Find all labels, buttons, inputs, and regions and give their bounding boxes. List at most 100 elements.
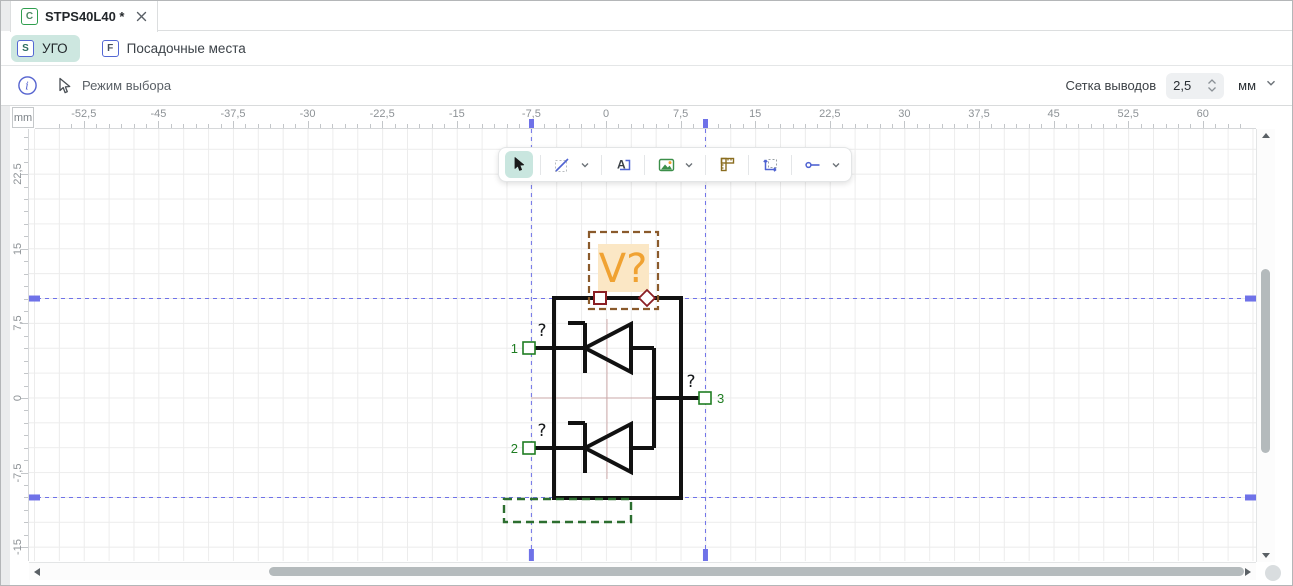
pin-grid-spinner[interactable] [1166, 72, 1225, 99]
ruler-tick [133, 124, 135, 128]
guide-anchor[interactable] [528, 549, 534, 561]
line-tool-chevron-icon[interactable] [578, 159, 592, 171]
symbol-editor-window: C STPS40L40 * S УГО F Посадочные места i… [0, 0, 1293, 586]
ruler-label: 22,5 [12, 163, 24, 185]
ruler-tick [630, 124, 632, 128]
vertical-scrollbar[interactable] [1256, 129, 1275, 562]
guide-anchor[interactable] [702, 549, 708, 561]
ruler-tick [680, 121, 682, 128]
ruler-tick [170, 124, 172, 128]
guide-anchor[interactable] [702, 119, 708, 128]
pin1-square[interactable] [522, 341, 536, 355]
pin-grid-input[interactable] [1173, 78, 1202, 93]
tab-footprints[interactable]: F Посадочные места [96, 35, 252, 62]
schematic-scene[interactable]: V? 1 2 3 ? ? ? [29, 129, 1256, 561]
ruler-tick [1165, 124, 1167, 128]
pin3-square[interactable] [698, 391, 712, 405]
ruler-tick [693, 124, 695, 128]
horizontal-ruler[interactable]: -52,5 -45 -37,5 -30 -22,5 -15 -7,5 0 7,5 15 22,5 30… [35, 106, 1256, 129]
scroll-left-icon[interactable] [33, 563, 41, 580]
ruler-tick [24, 236, 28, 238]
ruler-tick [121, 124, 123, 128]
text-tool-icon: A [617, 158, 630, 172]
ruler-tick [382, 121, 384, 128]
ruler-tick [668, 124, 670, 128]
ruler-tick [618, 124, 620, 128]
info-icon[interactable]: i [17, 75, 38, 96]
pin3-name: ? [686, 372, 695, 392]
guide-anchor[interactable] [1245, 494, 1256, 501]
ruler-tick [655, 124, 657, 128]
ruler-label: -37,5 [220, 108, 246, 120]
square-handle[interactable] [593, 291, 607, 305]
guide-anchor[interactable] [1245, 295, 1256, 302]
ruler-tick [394, 124, 396, 128]
ruler-tick [1103, 124, 1105, 128]
ruler-tick [24, 136, 28, 138]
ruler-tick [991, 124, 993, 128]
designator-text[interactable]: V? [599, 246, 648, 292]
ruler-tick [24, 186, 28, 188]
scroll-down-icon[interactable] [1257, 551, 1275, 559]
horizontal-scrollbar[interactable] [29, 562, 1256, 580]
scroll-right-icon[interactable] [1244, 563, 1252, 580]
tab-stps40l40[interactable]: C STPS40L40 * [10, 1, 158, 32]
ruler-tick [158, 121, 160, 128]
ruler-label: 22,5 [819, 108, 841, 120]
ruler-label: -45 [150, 108, 167, 120]
ruler-tick [469, 124, 471, 128]
ruler-label: 52,5 [1117, 108, 1139, 120]
vertical-ruler[interactable]: 22,5 15 7,5 0 -7,5 -15 [10, 129, 29, 561]
pin2-number: 2 [511, 441, 518, 456]
ruler-tick [357, 124, 359, 128]
guide-anchor[interactable] [29, 295, 40, 302]
ruler-tick [24, 410, 28, 412]
pin3-number: 3 [717, 391, 724, 406]
floating-toolbar: A [498, 147, 852, 182]
horizontal-scroll-thumb[interactable] [269, 567, 1244, 576]
left-gutter [1, 106, 10, 585]
chevron-down-icon[interactable] [1264, 76, 1278, 95]
transform-tool-icon [762, 159, 777, 172]
tab-ugo[interactable]: S УГО [11, 34, 80, 62]
cursor-icon [514, 157, 525, 171]
ruler-tick [606, 121, 607, 128]
pin2-square[interactable] [522, 441, 536, 455]
pin-tool-chevron-icon[interactable] [829, 159, 843, 171]
ruler-tick [257, 124, 259, 128]
vertical-scroll-thumb[interactable] [1261, 269, 1270, 453]
ruler-tick [232, 121, 234, 128]
scroll-corner-handle[interactable] [1265, 565, 1281, 581]
ruler-tick [1115, 124, 1117, 128]
scroll-up-icon[interactable] [1257, 132, 1275, 140]
ruler-tick [979, 121, 980, 128]
schematic-canvas[interactable]: V? 1 2 3 ? ? ? A [29, 129, 1256, 561]
ruler-tick [24, 360, 28, 362]
ruler-tick [780, 124, 782, 128]
ruler-tick [24, 373, 28, 375]
toolbar-divider [601, 154, 602, 175]
ruler-tick [24, 522, 28, 524]
close-icon[interactable] [136, 11, 147, 22]
ruler-label: 37,5 [968, 108, 990, 120]
line-tool-icon [555, 157, 569, 172]
text-tool-button[interactable]: A [609, 151, 637, 178]
svg-text:i: i [25, 80, 29, 93]
select-tool-button[interactable] [505, 151, 533, 178]
ruler-tick [767, 124, 769, 128]
image-tool-chevron-icon[interactable] [682, 159, 696, 171]
stepper-icon[interactable] [1207, 79, 1217, 92]
ruler-tick [83, 121, 85, 128]
ruler-tick [307, 121, 309, 128]
ruler-tick [1153, 124, 1155, 128]
transform-tool-button[interactable] [756, 151, 784, 178]
pin-tool-button[interactable] [799, 151, 827, 178]
line-tool-button[interactable] [548, 151, 576, 178]
guide-anchor[interactable] [29, 494, 40, 501]
ruler-tick [58, 124, 60, 128]
measure-tool-button[interactable] [713, 151, 741, 178]
image-tool-button[interactable] [652, 151, 680, 178]
guide-anchor[interactable] [528, 119, 534, 128]
image-tool-icon [658, 158, 674, 171]
ruler-label: 7,5 [672, 108, 689, 120]
